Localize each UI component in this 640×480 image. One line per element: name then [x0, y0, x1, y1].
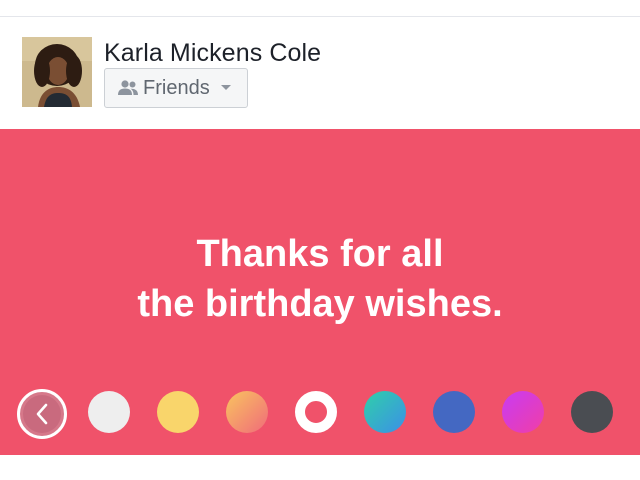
- background-picker: [0, 389, 640, 439]
- friends-icon: [117, 79, 139, 97]
- avatar[interactable]: [22, 37, 92, 107]
- bottom-strip: [0, 455, 640, 480]
- swatch-teal-green-gradient[interactable]: [364, 391, 406, 433]
- user-photo-icon: [22, 37, 92, 107]
- swatch-white[interactable]: [88, 391, 130, 433]
- audience-label: Friends: [143, 76, 210, 99]
- back-button[interactable]: [17, 389, 67, 439]
- swatch-orange-pink-gradient[interactable]: [226, 391, 268, 433]
- post-composer[interactable]: Thanks for all the birthday wishes.: [0, 129, 640, 455]
- user-name[interactable]: Karla Mickens Cole: [104, 39, 321, 68]
- swatch-blue[interactable]: [433, 391, 475, 433]
- post-text-line: the birthday wishes.: [137, 283, 503, 325]
- back-button-inner: [23, 395, 61, 433]
- post-text[interactable]: Thanks for all the birthday wishes.: [0, 229, 640, 329]
- swatch-yellow[interactable]: [157, 391, 199, 433]
- swatch-purple-magenta-gradient[interactable]: [502, 391, 544, 433]
- post-header: Karla Mickens Cole Friends: [0, 17, 640, 129]
- chevron-down-icon: [220, 84, 232, 92]
- swatch-selected[interactable]: [295, 391, 337, 433]
- chevron-left-icon: [36, 403, 48, 425]
- audience-selector-button[interactable]: Friends: [104, 68, 248, 108]
- post-text-line: Thanks for all: [196, 233, 444, 275]
- swatch-dark-gray[interactable]: [571, 391, 613, 433]
